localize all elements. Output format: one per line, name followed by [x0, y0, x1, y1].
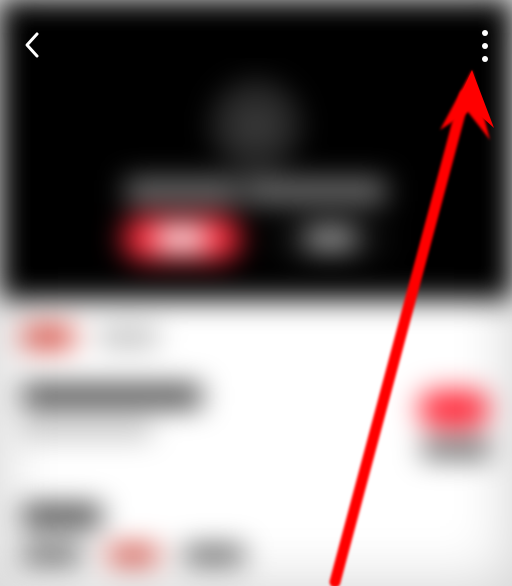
item1-subtitle	[22, 422, 152, 438]
content-sheet	[0, 300, 512, 586]
back-button[interactable]	[14, 22, 52, 71]
tab-inactive[interactable]	[98, 327, 158, 347]
item2-title	[22, 504, 102, 528]
list-item-2[interactable]	[22, 504, 490, 564]
item2-meta2	[108, 546, 158, 564]
more-vertical-icon	[482, 30, 488, 36]
avatar-glyph: LA	[244, 115, 268, 136]
top-bar	[0, 0, 512, 80]
item1-action-button[interactable]	[418, 390, 490, 428]
list-item-1[interactable]	[22, 384, 490, 458]
blurred-content: LA ████████ ██████████ ████ ████	[0, 0, 512, 586]
tab-active[interactable]	[22, 326, 74, 348]
screen: LA ████████ ██████████ ████ ████	[0, 0, 512, 586]
chevron-left-icon	[22, 30, 44, 60]
item1-price	[422, 440, 490, 458]
secondary-action-button[interactable]: ████	[271, 216, 390, 261]
profile-button-row: ████ ████	[0, 216, 512, 261]
more-menu-button[interactable]	[476, 22, 494, 70]
avatar[interactable]: LA	[211, 80, 301, 170]
profile-name: ████████ ██████████	[126, 180, 387, 203]
primary-action-button[interactable]: ████	[122, 216, 241, 261]
item2-meta1	[22, 546, 82, 564]
item1-title	[22, 384, 202, 408]
tab-bar	[22, 326, 490, 348]
item2-meta3	[184, 546, 244, 564]
